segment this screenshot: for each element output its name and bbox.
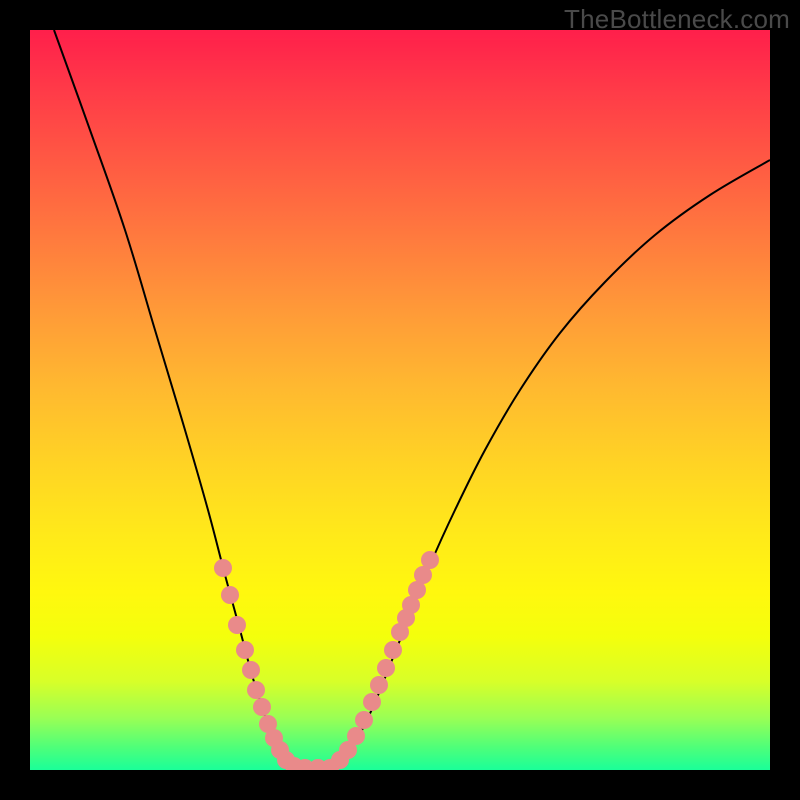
marker-dot (347, 727, 365, 745)
watermark-text: TheBottleneck.com (564, 4, 790, 35)
marker-dot (247, 681, 265, 699)
marker-dot (363, 693, 381, 711)
marker-dot (242, 661, 260, 679)
marker-dot (377, 659, 395, 677)
marker-dot (384, 641, 402, 659)
marker-dot (355, 711, 373, 729)
chart-svg (30, 30, 770, 770)
marker-dot (370, 676, 388, 694)
marker-dot (214, 559, 232, 577)
marker-dot (228, 616, 246, 634)
marker-dot (421, 551, 439, 569)
marker-dot (253, 698, 271, 716)
marker-dot (236, 641, 254, 659)
plot-area (30, 30, 770, 770)
chart-frame: TheBottleneck.com (0, 0, 800, 800)
marker-dot (221, 586, 239, 604)
bottleneck-curve (54, 30, 770, 769)
